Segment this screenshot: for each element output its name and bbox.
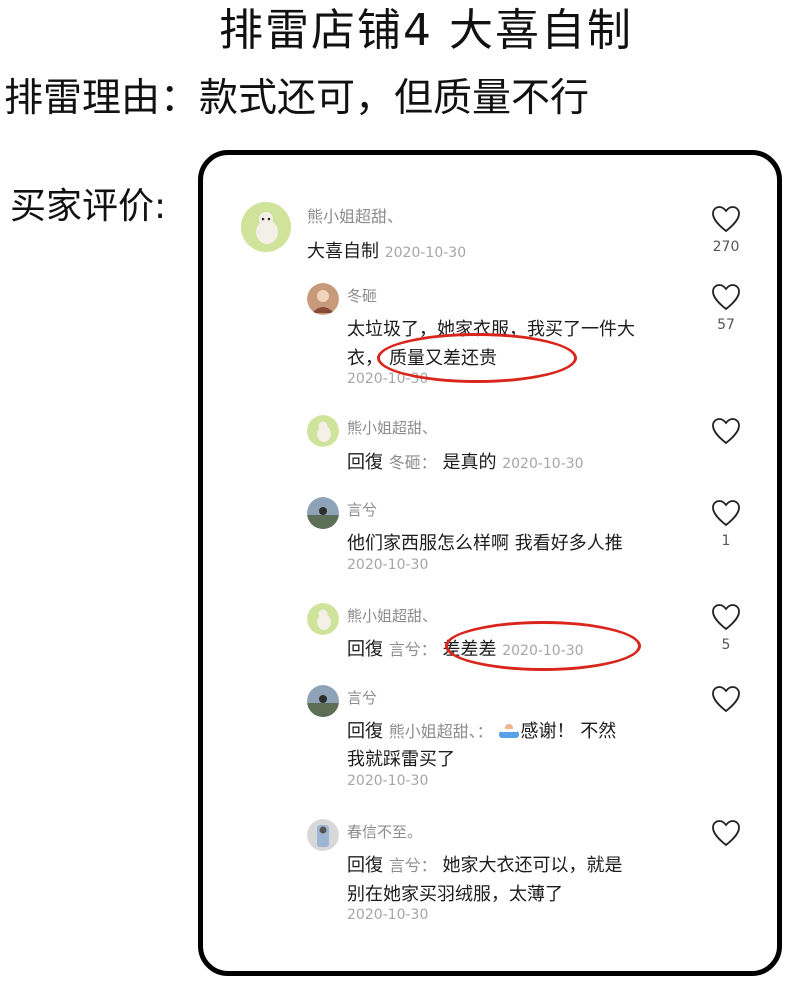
comment-text: 感谢！ 不然 <box>520 721 617 742</box>
like-count: 5 <box>721 637 731 653</box>
comment-body: 大喜自制 2020-10-30 <box>307 237 466 263</box>
heart-outline-icon <box>712 604 740 631</box>
bathtub-emoji-icon <box>498 721 520 746</box>
avatar[interactable] <box>307 603 339 635</box>
like-button[interactable] <box>711 685 741 713</box>
comment-body: 回復 熊小姐超甜、： 感谢！ 不然 <box>347 717 616 746</box>
avatar[interactable] <box>307 819 339 851</box>
comment-date: 2020-10-30 <box>384 245 467 261</box>
like-button[interactable] <box>711 819 741 847</box>
comment-text-line: 太垃圾了，她家衣服，我买了一件大 <box>347 319 635 340</box>
comment-date: 2020-10-30 <box>347 371 429 387</box>
like-button[interactable] <box>711 499 741 527</box>
reply-prefix: 回復 <box>347 452 383 473</box>
like-count: 1 <box>721 533 731 549</box>
reply-prefix: 回復 <box>347 721 383 742</box>
avatar[interactable] <box>307 685 339 717</box>
reply-target[interactable]: 言兮： <box>389 856 437 875</box>
comment-text-line: 衣， 质量又差还贵 <box>347 344 497 370</box>
like-count: 57 <box>717 317 735 333</box>
highlighted-text: 差差差 <box>442 639 497 660</box>
comment-date: 2020-10-30 <box>347 907 429 923</box>
reply-target[interactable]: 冬砸： <box>389 453 437 472</box>
reply-prefix: 回復 <box>347 639 383 660</box>
comment-username[interactable]: 春信不至。 <box>347 821 422 842</box>
comment-text-line: 我就踩雷买了 <box>347 749 455 770</box>
reason-text: 排雷理由：款式还可，但质量不行 <box>4 76 590 121</box>
comment-username[interactable]: 熊小姐超甜、 <box>347 417 437 438</box>
heart-outline-icon <box>712 284 740 311</box>
comment-date: 2020-10-30 <box>502 643 584 659</box>
heart-outline-icon <box>712 500 740 527</box>
heart-outline-icon <box>712 206 740 233</box>
like-button[interactable] <box>711 205 741 233</box>
heart-outline-icon <box>712 418 740 445</box>
comment-username[interactable]: 冬砸 <box>347 285 377 306</box>
comment-body: 回復 冬砸： 是真的 2020-10-30 <box>347 448 584 474</box>
page-title: 排雷店铺4 大喜自制 <box>219 5 633 56</box>
like-button[interactable] <box>711 603 741 631</box>
comment-date: 2020-10-30 <box>347 773 429 789</box>
comment-body: 回復 言兮： 差差差 2020-10-30 <box>347 635 584 661</box>
avatar[interactable] <box>307 497 339 529</box>
buyer-review-label: 买家评价: <box>10 186 167 227</box>
avatar[interactable] <box>307 283 339 315</box>
comment-text: 是真的 <box>442 452 497 473</box>
comment-date: 2020-10-30 <box>502 456 584 472</box>
heart-outline-icon <box>712 820 740 847</box>
reply-target[interactable]: 言兮： <box>389 640 437 659</box>
comment-text-line: 别在她家买羽绒服，太薄了 <box>347 884 563 905</box>
comment-username[interactable]: 熊小姐超甜、 <box>347 605 437 626</box>
comments-screenshot-frame: 熊小姐超甜、 大喜自制 2020-10-30 270 冬砸 太垃圾了，她家衣服，… <box>198 150 782 976</box>
heart-outline-icon <box>712 686 740 713</box>
comment-date: 2020-10-30 <box>347 557 429 573</box>
comment-body: 回復 言兮： 她家大衣还可以，就是 <box>347 851 622 877</box>
reply-prefix: 回復 <box>347 855 383 876</box>
highlighted-text: 质量又差还贵 <box>389 348 497 369</box>
like-button[interactable] <box>711 283 741 311</box>
comment-text: 她家大衣还可以，就是 <box>442 855 623 876</box>
like-button[interactable] <box>711 417 741 445</box>
comment-username[interactable]: 言兮 <box>347 499 377 520</box>
comment-text: 他们家西服怎么样啊 我看好多人推 <box>347 533 623 554</box>
comment-username[interactable]: 熊小姐超甜、 <box>307 203 403 227</box>
avatar[interactable] <box>241 202 291 252</box>
reply-target[interactable]: 熊小姐超甜、： <box>389 722 493 741</box>
comment-text: 大喜自制 <box>307 241 379 262</box>
comment-text-part: 衣， <box>347 348 383 369</box>
comment-username[interactable]: 言兮 <box>347 687 377 708</box>
like-count: 270 <box>712 239 740 255</box>
avatar[interactable] <box>307 415 339 447</box>
